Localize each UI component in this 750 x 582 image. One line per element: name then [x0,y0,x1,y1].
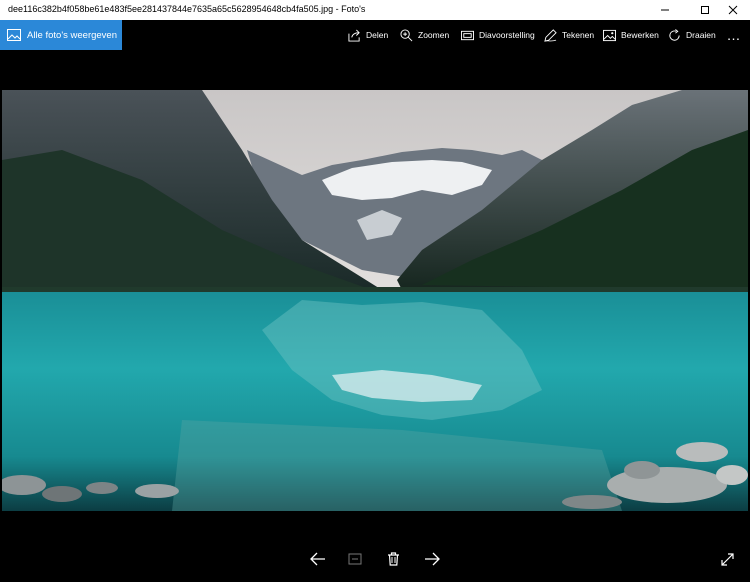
edit-label: Bewerken [621,30,659,40]
draw-label: Tekenen [562,30,595,40]
zoom-icon [400,28,413,41]
slideshow-button[interactable]: Diavoorstelling [461,20,535,50]
more-button[interactable]: … [722,20,746,50]
rotate-button[interactable]: Draaien [668,20,716,50]
pen-icon [544,28,557,42]
window-title: dee116c382b4f058be61e483f5ee281437844e76… [8,4,366,14]
maximize-icon [701,6,709,14]
arrow-right-icon[interactable] [424,552,440,566]
minimize-icon [661,9,669,11]
zoom-button[interactable]: Zoomen [400,20,449,50]
photos-icon [7,29,21,41]
filmstrip-icon[interactable] [348,553,362,565]
slideshow-icon [461,30,474,40]
arrow-left-icon[interactable] [310,552,326,566]
share-button[interactable]: Delen [348,20,388,50]
share-label: Delen [366,30,389,40]
edit-button[interactable]: Bewerken [603,20,659,50]
draw-button[interactable]: Tekenen [544,20,594,50]
delete-icon[interactable] [387,552,400,566]
photo-view[interactable] [2,90,748,511]
all-photos-label: Alle foto's weergeven [27,29,118,41]
rotate-label: Draaien [686,30,716,40]
slideshow-label: Diavoorstelling [479,30,535,40]
close-button[interactable] [716,0,750,20]
zoom-label: Zoomen [418,30,450,40]
edit-icon [603,29,616,41]
all-photos-button[interactable]: Alle foto's weergeven [0,20,122,50]
fullscreen-icon[interactable] [721,553,734,566]
minimize-button[interactable] [648,0,682,20]
title-bar: dee116c382b4f058be61e483f5ee281437844e76… [0,0,750,21]
rotate-icon [669,28,680,41]
close-icon [728,5,738,15]
more-icon: … [726,27,742,43]
share-icon [348,29,360,42]
landscape-photo [2,90,748,511]
